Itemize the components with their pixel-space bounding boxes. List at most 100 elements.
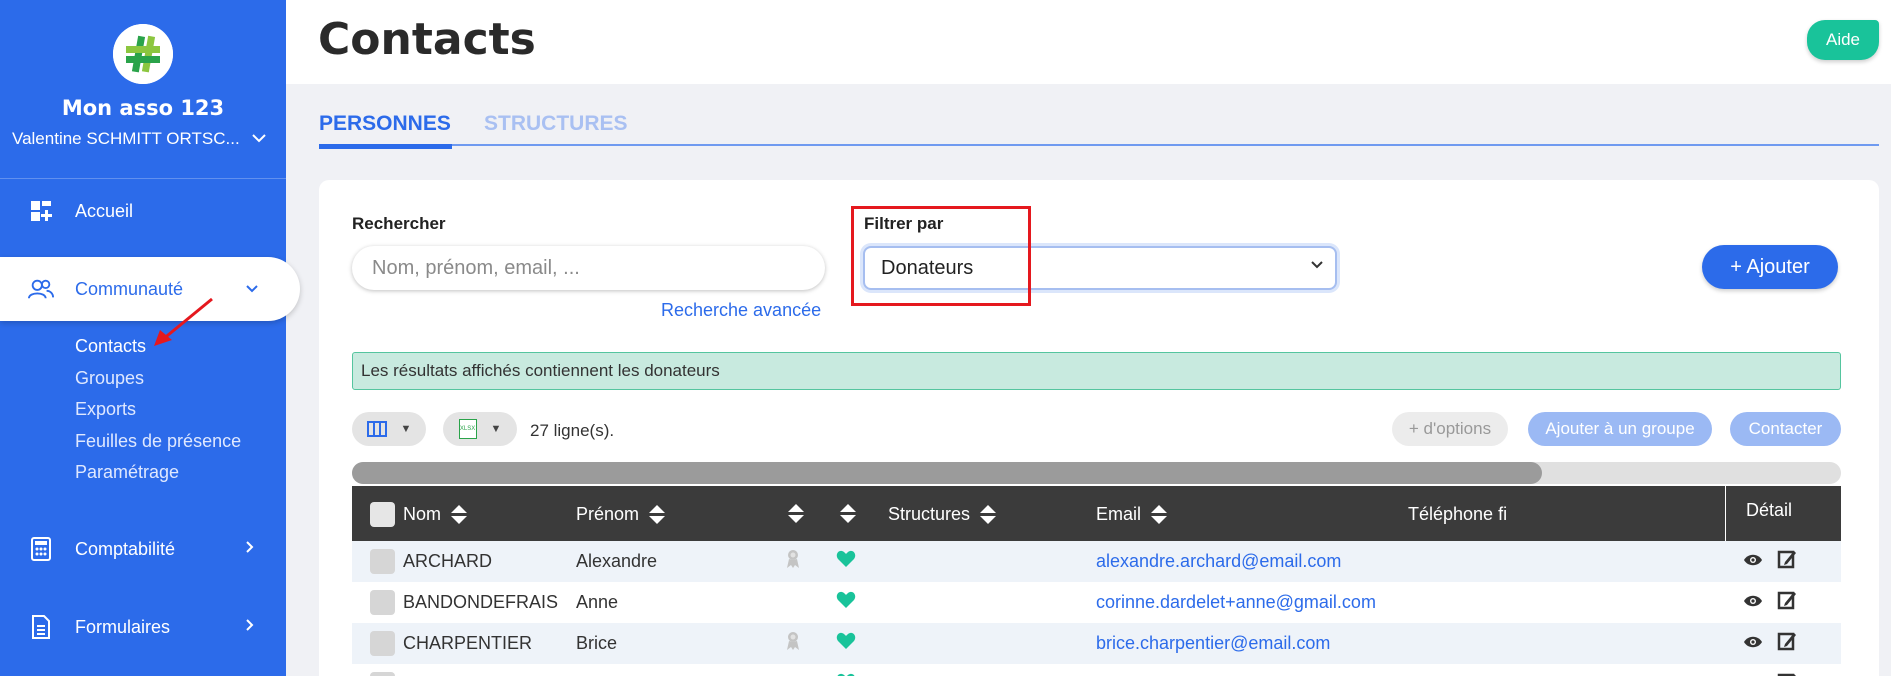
edit-icon[interactable] [1777, 631, 1797, 656]
column-label: Email [1096, 504, 1142, 524]
view-eye-icon[interactable] [1743, 633, 1763, 654]
search-label: Rechercher [352, 214, 446, 233]
edit-icon[interactable] [1777, 590, 1797, 615]
select-all-checkbox[interactable] [370, 502, 395, 527]
sidebar-item-accueil[interactable]: Accueil [0, 181, 286, 241]
sidebar-item-label: Comptabilité [75, 538, 176, 559]
column-header-prenom[interactable]: Prénom [576, 504, 666, 525]
sidebar-item-comptabilite[interactable]: Comptabilité [0, 519, 286, 579]
row-checkbox[interactable] [370, 631, 395, 656]
sidebar-item-formulaires[interactable]: Formulaires [0, 597, 286, 657]
view-eye-icon[interactable] [1743, 592, 1763, 613]
table-row[interactable]: BANDONDEFRAIS Anne corinne.dardelet+anne@g… [352, 582, 1841, 623]
page-title: Contacts [318, 14, 536, 65]
heart-icon [836, 550, 856, 573]
annotation-arrow-icon [154, 297, 213, 346]
info-banner: Les résultats affichés contiennent les d… [352, 352, 1841, 390]
add-to-group-button[interactable]: Ajouter à un groupe [1528, 412, 1712, 446]
sort-icon[interactable] [451, 504, 468, 525]
chevron-right-icon [246, 618, 254, 636]
sidebar: Mon asso 123 Valentine SCHMITT ORTSC... … [0, 0, 300, 676]
caret-down-icon: ▼ [400, 423, 412, 435]
tabs: PERSONNES STRUCTURES [319, 108, 1879, 149]
sidebar-subitem-feuilles-presence[interactable]: Feuilles de présence [75, 431, 241, 452]
org-logo-icon [113, 24, 173, 84]
row-count: 27 ligne(s). [530, 421, 615, 440]
org-name: Mon asso 123 [61, 96, 225, 120]
cell-prenom: Alexandre [576, 551, 658, 571]
org-logo[interactable] [113, 24, 173, 84]
chevron-right-icon [246, 540, 254, 558]
contacts-table: Nom Prénom Structures Email Téléphone fi… [352, 486, 1841, 676]
cell-detail [1725, 541, 1841, 582]
heart-icon [836, 632, 856, 655]
cell-detail [1725, 623, 1841, 664]
user-name[interactable]: Valentine SCHMITT ORTSC... [12, 129, 240, 149]
cell-nom: CHARPENTIER [403, 633, 533, 653]
column-header-structures[interactable]: Structures [888, 504, 997, 525]
table-row[interactable]: CHARPENTIER Brice brice.charpentier@email.… [352, 623, 1841, 664]
search-input[interactable] [352, 246, 825, 290]
calculator-icon [28, 536, 54, 562]
add-contact-button[interactable]: + Ajouter [1702, 245, 1838, 289]
column-header-nom[interactable]: Nom [403, 504, 468, 525]
table-header: Nom Prénom Structures Email Téléphone fi… [352, 486, 1841, 541]
chevron-down-icon[interactable] [252, 130, 266, 146]
cell-detail [1725, 582, 1841, 623]
edit-icon[interactable] [1777, 672, 1797, 676]
table-row[interactable]: ARCHARD Alexandre alexandre.archard@email.… [352, 541, 1841, 582]
tab-personnes[interactable]: PERSONNES [319, 112, 452, 149]
ribbon-badge-icon [786, 631, 800, 656]
horizontal-scrollbar[interactable] [352, 462, 1841, 484]
heart-icon [836, 591, 856, 614]
cell-email[interactable]: brice.charpentier@email.com [1096, 633, 1330, 654]
ribbon-badge-icon [786, 549, 800, 574]
cell-detail [1725, 664, 1841, 676]
annotation-highlight-box [851, 206, 1031, 306]
column-label: Nom [403, 504, 442, 524]
dashboard-icon [28, 198, 54, 224]
sidebar-subitem-contacts[interactable]: Contacts [75, 336, 146, 357]
contacts-card: Rechercher Recherche avancée Filtrer par… [319, 180, 1879, 676]
cell-prenom: Anne [576, 592, 619, 612]
document-icon [28, 614, 54, 640]
sidebar-item-label: Accueil [75, 200, 134, 221]
scrollbar-thumb[interactable] [352, 462, 1542, 484]
community-icon [28, 276, 54, 302]
sidebar-subitem-exports[interactable]: Exports [75, 399, 136, 420]
row-checkbox[interactable] [370, 590, 395, 615]
sort-icon[interactable] [980, 504, 997, 525]
contact-button[interactable]: Contacter [1730, 412, 1841, 446]
sort-icon[interactable] [840, 504, 856, 524]
column-header-donor[interactable] [840, 504, 856, 524]
caret-down-icon: ▼ [490, 423, 502, 435]
sort-icon[interactable] [649, 504, 666, 525]
chevron-down-icon [1311, 256, 1323, 274]
column-header-telephone[interactable]: Téléphone fi [1408, 504, 1510, 525]
chevron-down-icon [246, 280, 258, 298]
advanced-search-link[interactable]: Recherche avancée [661, 300, 821, 321]
table-row[interactable]: DARDELETCorinne [352, 664, 1841, 676]
xlsx-file-icon: XLSX [458, 419, 477, 439]
cell-nom: ARCHARD [403, 551, 493, 571]
tab-structures[interactable]: STRUCTURES [484, 112, 628, 136]
edit-icon[interactable] [1777, 549, 1797, 574]
cell-email[interactable]: corinne.dardelet+anne@gmail.com [1096, 592, 1376, 613]
column-header-email[interactable]: Email [1096, 504, 1168, 525]
columns-dropdown-button[interactable]: ▼ [352, 412, 426, 446]
column-header-badge[interactable] [788, 504, 804, 524]
sort-icon[interactable] [788, 504, 804, 524]
cell-email[interactable]: alexandre.archard@email.com [1096, 551, 1341, 572]
row-checkbox[interactable] [370, 672, 395, 676]
row-checkbox[interactable] [370, 549, 395, 574]
sidebar-subitem-groupes[interactable]: Groupes [75, 368, 144, 389]
column-label: Structures [888, 504, 971, 524]
column-label: Prénom [576, 504, 640, 524]
help-button[interactable]: Aide [1807, 20, 1879, 60]
sidebar-subitem-parametrage[interactable]: Paramétrage [75, 462, 179, 483]
view-eye-icon[interactable] [1743, 551, 1763, 572]
sort-icon[interactable] [1151, 504, 1168, 525]
export-dropdown-button[interactable]: XLSX ▼ [443, 412, 517, 446]
more-options-button[interactable]: + d'options [1392, 412, 1508, 446]
columns-icon [366, 421, 387, 437]
